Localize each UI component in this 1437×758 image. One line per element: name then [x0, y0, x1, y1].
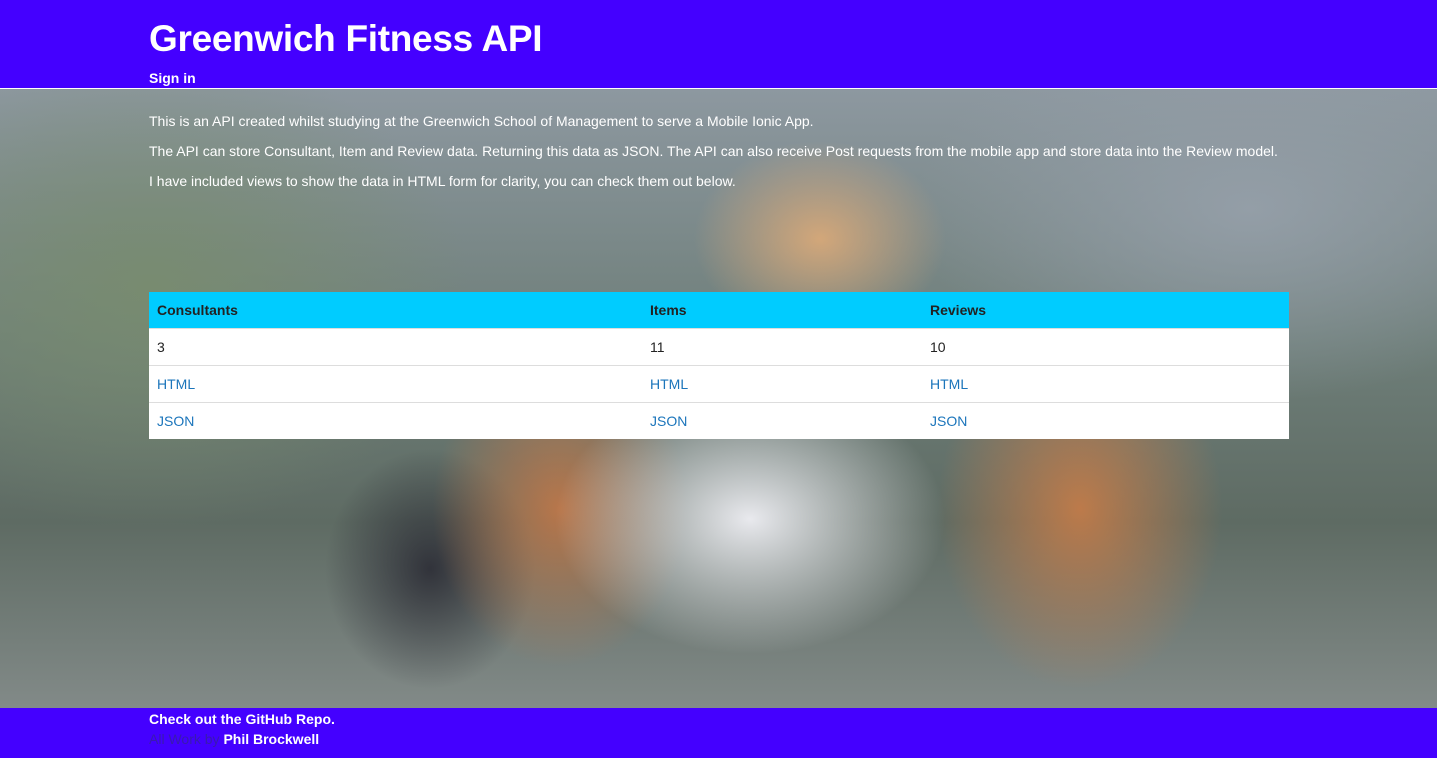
intro-text: This is an API created whilst studying a… [149, 112, 1349, 202]
items-html-link[interactable]: HTML [650, 376, 688, 392]
site-footer: Check out the GitHub Repo. All Work by P… [0, 708, 1437, 758]
sign-in-link[interactable]: Sign in [149, 69, 196, 87]
site-title: Greenwich Fitness API [149, 18, 543, 59]
intro-line-1: This is an API created whilst studying a… [149, 113, 814, 129]
consultants-count: 3 [149, 328, 642, 366]
credit-line: All Work by Phil Brockwell [149, 730, 319, 748]
reviews-count: 10 [922, 328, 1289, 366]
author-link[interactable]: Phil Brockwell [223, 731, 319, 747]
intro-line-3: I have included views to show the data i… [149, 173, 736, 189]
stats-table: Consultants Items Reviews 3 11 10 HTML H… [149, 292, 1289, 439]
consultants-json-link[interactable]: JSON [157, 413, 194, 429]
table-row-html: HTML HTML HTML [149, 365, 1289, 403]
reviews-json-link[interactable]: JSON [930, 413, 967, 429]
column-header-items: Items [642, 292, 922, 329]
items-count: 11 [642, 328, 922, 366]
consultants-html-link[interactable]: HTML [157, 376, 195, 392]
table-header-row: Consultants Items Reviews [149, 292, 1289, 329]
table-row-json: JSON JSON JSON [149, 402, 1289, 439]
github-repo-link[interactable]: Check out the GitHub Repo. [149, 710, 335, 728]
items-json-link[interactable]: JSON [650, 413, 687, 429]
intro-line-2: The API can store Consultant, Item and R… [149, 143, 1278, 159]
reviews-html-link[interactable]: HTML [930, 376, 968, 392]
credit-prefix: All Work by [149, 731, 220, 747]
table-row-counts: 3 11 10 [149, 328, 1289, 366]
column-header-reviews: Reviews [922, 292, 1289, 329]
site-header: Greenwich Fitness API Sign in [0, 0, 1437, 88]
column-header-consultants: Consultants [149, 292, 642, 329]
